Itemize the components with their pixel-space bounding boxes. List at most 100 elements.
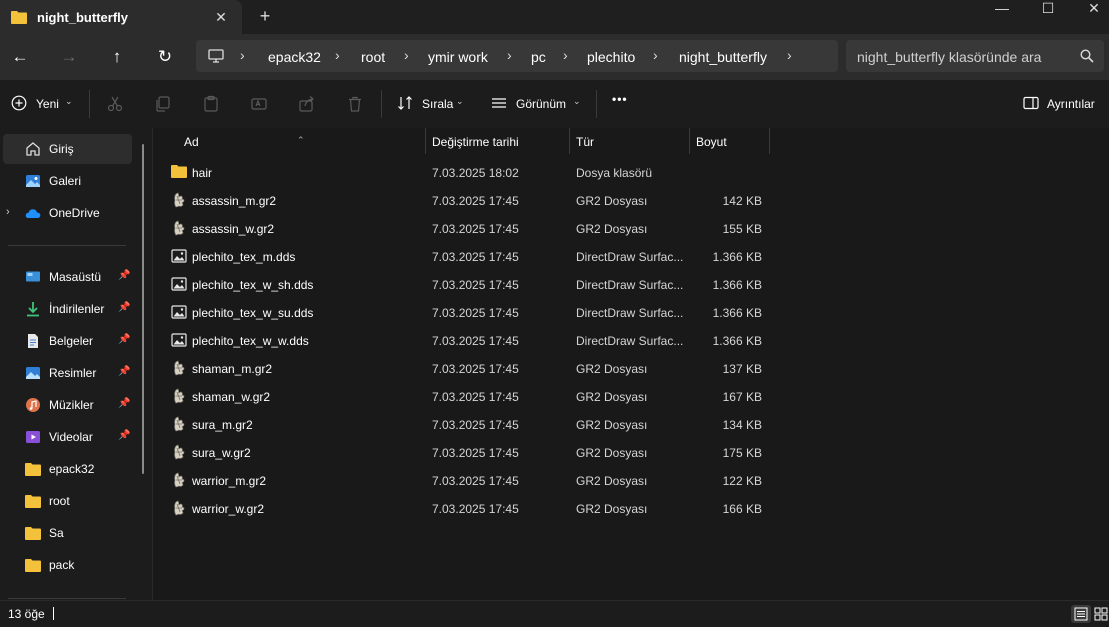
sidebar-divider bbox=[8, 598, 126, 599]
rename-icon[interactable] bbox=[250, 94, 268, 114]
sidebar-item-home[interactable]: Giriş bbox=[3, 134, 132, 164]
file-size: 137 KB bbox=[722, 362, 762, 376]
file-modified: 7.03.2025 17:45 bbox=[432, 222, 519, 236]
breadcrumb-item[interactable]: pc bbox=[531, 49, 546, 65]
sidebar-item-desktop[interactable]: Masaüstü 📌 bbox=[0, 262, 132, 292]
file-name: plechito_tex_m.dds bbox=[192, 250, 296, 264]
breadcrumb-item[interactable]: night_butterfly bbox=[679, 49, 767, 65]
file-size: 1.366 KB bbox=[712, 334, 762, 348]
column-resize-handle[interactable] bbox=[769, 128, 770, 154]
tab-close-button[interactable]: ✕ bbox=[212, 8, 230, 26]
file-type: GR2 Dosyası bbox=[576, 194, 648, 208]
share-icon[interactable] bbox=[298, 94, 316, 114]
search-input[interactable]: night_butterfly klasöründe ara bbox=[857, 49, 1041, 65]
large-icons-view-button[interactable] bbox=[1093, 605, 1109, 623]
back-button[interactable]: ← bbox=[9, 46, 31, 68]
column-header-label: Değiştirme tarihi bbox=[432, 135, 519, 149]
file-row[interactable]: assassin_m.gr2 7.03.2025 17:45 GR2 Dosyası… bbox=[153, 186, 773, 214]
file-size: 175 KB bbox=[722, 446, 762, 460]
file-row[interactable]: shaman_w.gr2 7.03.2025 17:45 GR2 Dosyası 16… bbox=[153, 382, 773, 410]
sidebar-item-downloads[interactable]: İndirilenler 📌 bbox=[0, 294, 132, 324]
sidebar-item-epack32[interactable]: epack32 bbox=[0, 454, 132, 484]
column-header-type[interactable]: Tür bbox=[570, 128, 689, 154]
more-options-button[interactable]: ••• bbox=[612, 92, 628, 112]
file-row[interactable]: hair 7.03.2025 18:02 Dosya klasörü bbox=[153, 158, 773, 186]
file-modified: 7.03.2025 17:45 bbox=[432, 446, 519, 460]
details-view-button[interactable] bbox=[1071, 605, 1091, 623]
paste-icon[interactable] bbox=[202, 94, 220, 114]
breadcrumb-separator: › bbox=[653, 47, 658, 63]
maximize-button[interactable]: ☐ bbox=[1025, 0, 1071, 20]
file-row[interactable]: plechito_tex_w_w.dds 7.03.2025 17:45 Direc… bbox=[153, 326, 773, 354]
breadcrumb-item[interactable]: ymir work bbox=[428, 49, 488, 65]
address-row: ← → ↑ ↻ › epack32 › root › ymir work › p… bbox=[0, 34, 1109, 80]
sidebar-item-label: pack bbox=[49, 558, 75, 572]
file-row[interactable]: plechito_tex_w_su.dds 7.03.2025 17:45 Dire… bbox=[153, 298, 773, 326]
close-window-button[interactable]: ✕ bbox=[1071, 0, 1109, 20]
file-row[interactable]: sura_w.gr2 7.03.2025 17:45 GR2 Dosyası 175 … bbox=[153, 438, 773, 466]
file-size: 142 KB bbox=[722, 194, 762, 208]
address-bar[interactable]: › epack32 › root › ymir work › pc › plec… bbox=[196, 40, 838, 72]
sidebar-item-sa[interactable]: Sa bbox=[0, 518, 132, 548]
sidebar-scrollbar[interactable] bbox=[142, 144, 144, 474]
details-view-icon bbox=[1074, 607, 1088, 621]
file-row[interactable]: warrior_w.gr2 7.03.2025 17:45 GR2 Dosyası 1… bbox=[153, 494, 773, 522]
new-tab-button[interactable]: + bbox=[255, 6, 275, 26]
sidebar-item-music[interactable]: Müzikler 📌 bbox=[0, 390, 132, 420]
file-row[interactable]: shaman_m.gr2 7.03.2025 17:45 GR2 Dosyası 13… bbox=[153, 354, 773, 382]
sidebar-item-documents[interactable]: Belgeler 📌 bbox=[0, 326, 132, 356]
sidebar-item-videos[interactable]: Videolar 📌 bbox=[0, 422, 132, 452]
gr2-file-icon bbox=[174, 416, 185, 432]
sidebar-item-onedrive[interactable]: › OneDrive bbox=[0, 198, 132, 228]
sidebar-item-pictures[interactable]: Resimler 📌 bbox=[0, 358, 132, 388]
pin-icon[interactable]: 📌 bbox=[118, 270, 130, 281]
file-type: Dosya klasörü bbox=[576, 166, 653, 180]
details-pane-icon bbox=[1023, 96, 1039, 110]
status-bar: 13 öğe bbox=[0, 600, 1109, 627]
window-tab[interactable]: night_butterfly ✕ bbox=[0, 0, 242, 34]
file-row[interactable]: plechito_tex_m.dds 7.03.2025 17:45 DirectD… bbox=[153, 242, 773, 270]
breadcrumb-item[interactable]: epack32 bbox=[268, 49, 321, 65]
chevron-right-icon[interactable]: › bbox=[6, 206, 10, 218]
sidebar-item-root[interactable]: root bbox=[0, 486, 132, 516]
copy-icon[interactable] bbox=[154, 94, 172, 114]
file-row[interactable]: sura_m.gr2 7.03.2025 17:45 GR2 Dosyası 134 … bbox=[153, 410, 773, 438]
forward-button[interactable]: → bbox=[58, 46, 80, 68]
breadcrumb-item[interactable]: plechito bbox=[587, 49, 635, 65]
search-box[interactable]: night_butterfly klasöründe ara bbox=[846, 40, 1104, 72]
pin-icon[interactable]: 📌 bbox=[118, 430, 130, 441]
file-row[interactable]: assassin_w.gr2 7.03.2025 17:45 GR2 Dosyası… bbox=[153, 214, 773, 242]
pin-icon[interactable]: 📌 bbox=[118, 366, 130, 377]
file-type: GR2 Dosyası bbox=[576, 222, 648, 236]
plus-circle-icon bbox=[11, 95, 27, 111]
sidebar-item-label: Galeri bbox=[49, 174, 82, 188]
view-lines-icon bbox=[492, 98, 506, 108]
file-type: GR2 Dosyası bbox=[576, 446, 648, 460]
pin-icon[interactable]: 📌 bbox=[118, 398, 130, 409]
pin-icon[interactable]: 📌 bbox=[118, 302, 130, 313]
column-header-modified[interactable]: Değiştirme tarihi bbox=[426, 128, 569, 154]
file-name: plechito_tex_w_su.dds bbox=[192, 306, 314, 320]
sidebar-item-gallery[interactable]: Galeri bbox=[0, 166, 132, 196]
file-row[interactable]: plechito_tex_w_sh.dds 7.03.2025 17:45 Dire… bbox=[153, 270, 773, 298]
sidebar-item-label: epack32 bbox=[49, 462, 95, 476]
refresh-button[interactable]: ↻ bbox=[154, 46, 176, 68]
breadcrumb-item[interactable]: root bbox=[361, 49, 385, 65]
file-size: 1.366 KB bbox=[712, 278, 762, 292]
sort-icon bbox=[398, 96, 412, 110]
folder-icon bbox=[171, 165, 187, 178]
sort-ascending-icon: ⌃ bbox=[297, 135, 305, 145]
breadcrumb-separator: › bbox=[335, 47, 340, 63]
delete-icon[interactable] bbox=[346, 94, 364, 114]
up-button[interactable]: ↑ bbox=[106, 46, 128, 68]
gr2-file-icon bbox=[174, 472, 185, 488]
pin-icon[interactable]: 📌 bbox=[118, 334, 130, 345]
minimize-button[interactable]: — bbox=[979, 0, 1025, 20]
column-header-size[interactable]: Boyut bbox=[690, 128, 769, 154]
search-icon bbox=[1080, 49, 1094, 63]
cut-icon[interactable] bbox=[106, 94, 124, 114]
sidebar-item-pack[interactable]: pack bbox=[0, 550, 132, 580]
image-file-icon bbox=[171, 333, 187, 347]
column-header-name[interactable]: ⌃ Ad bbox=[153, 128, 425, 154]
file-row[interactable]: warrior_m.gr2 7.03.2025 17:45 GR2 Dosyası 1… bbox=[153, 466, 773, 494]
